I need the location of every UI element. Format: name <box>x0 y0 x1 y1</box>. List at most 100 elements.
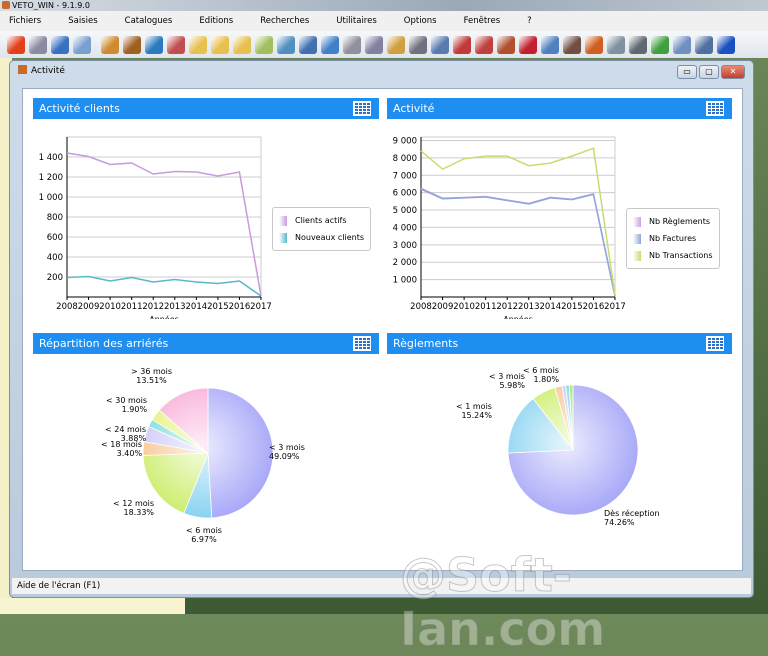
y-tick-label: 600 <box>47 233 63 243</box>
menu-utilitaires[interactable]: Utilitaires <box>336 16 377 26</box>
x-tick-label: 2014 <box>540 302 562 312</box>
calendar-icon[interactable] <box>695 35 713 54</box>
panel-title: Activité clients <box>39 102 120 115</box>
power-icon[interactable] <box>7 35 25 54</box>
hierarchy-icon[interactable] <box>299 35 317 54</box>
key-icon[interactable] <box>387 35 405 54</box>
y-tick-label: 1 000 <box>393 276 417 286</box>
menu-options[interactable]: Options <box>404 16 437 26</box>
menu-catalogues[interactable]: Catalogues <box>125 16 173 26</box>
report-icon[interactable] <box>431 35 449 54</box>
app-title: VETO_WIN - 9.1.9.0 <box>12 1 90 10</box>
legend-swatch <box>633 250 641 261</box>
y-tick-label: 400 <box>47 253 63 263</box>
x-axis-label: Années <box>503 314 533 319</box>
x-tick-label: 2009 <box>432 302 454 312</box>
book-icon[interactable] <box>541 35 559 54</box>
window-title: Activité <box>18 65 65 76</box>
clients-icon[interactable] <box>101 35 119 54</box>
legend-label: Nouveaux clients <box>295 233 364 242</box>
globe-icon[interactable] <box>145 35 163 54</box>
y-tick-label: 7 000 <box>393 171 417 181</box>
x-tick-label: 2010 <box>453 302 475 312</box>
toolbar <box>0 31 768 58</box>
users-icon[interactable] <box>563 35 581 54</box>
x-tick-label: 2012 <box>142 302 164 312</box>
chart-bar-icon[interactable] <box>497 35 515 54</box>
print-doc-icon[interactable] <box>343 35 361 54</box>
y-tick-label: 8 000 <box>393 154 417 164</box>
scanner-icon[interactable] <box>365 35 383 54</box>
legend-swatch <box>279 232 287 243</box>
x-tick-label: 2014 <box>186 302 208 312</box>
animal-icon[interactable] <box>123 35 141 54</box>
text-icon[interactable] <box>629 35 647 54</box>
menu-fichiers[interactable]: Fichiers <box>9 16 41 26</box>
panel-title: Activité <box>393 102 435 115</box>
menu-fenetres[interactable]: Fenêtres <box>464 16 501 26</box>
y-tick-label: 2 000 <box>393 258 417 268</box>
panel-header-activite: Activité <box>387 98 732 119</box>
desktop-strip-bottom <box>0 598 185 614</box>
x-tick-label: 2012 <box>496 302 518 312</box>
restore-button[interactable]: ▢ <box>699 65 719 79</box>
y-tick-label: 1 200 <box>39 173 63 183</box>
x-tick-label: 2008 <box>410 302 432 312</box>
printer-icon[interactable] <box>409 35 427 54</box>
register-icon[interactable] <box>475 35 493 54</box>
computer-icon[interactable] <box>321 35 339 54</box>
heart-icon[interactable] <box>519 35 537 54</box>
legend-item: Nouveaux clients <box>279 229 364 246</box>
y-tick-label: 9 000 <box>393 136 417 146</box>
folder-check-icon[interactable] <box>255 35 273 54</box>
y-tick-label: 1 400 <box>39 153 63 163</box>
watermark: @Soft-Ian.com <box>400 548 606 656</box>
x-tick-label: 2011 <box>475 302 497 312</box>
folder-icon[interactable] <box>189 35 207 54</box>
menu-help[interactable]: ? <box>527 16 532 26</box>
mail-icon[interactable] <box>651 35 669 54</box>
home-icon[interactable] <box>585 35 603 54</box>
folder-edit-icon[interactable] <box>233 35 251 54</box>
pie-highlight <box>143 388 273 518</box>
x-axis-label: Années <box>149 314 179 319</box>
activite-window: Activité ▭ ▢ ✕ Activité clients Activité… <box>9 60 754 598</box>
x-tick-label: 2009 <box>78 302 100 312</box>
close-button[interactable]: ✕ <box>721 65 745 79</box>
pie-highlight <box>508 385 638 515</box>
stats-icon[interactable] <box>453 35 471 54</box>
phone-icon[interactable] <box>673 35 691 54</box>
pie-label-36: > 36 mois 13.51% <box>131 367 173 385</box>
x-tick-label: 2013 <box>518 302 540 312</box>
sync-icon[interactable] <box>73 35 91 54</box>
menu-recherches[interactable]: Recherches <box>260 16 309 26</box>
legend-label: Nb Factures <box>649 234 697 243</box>
pie-label-12: < 12 mois 18.33% <box>113 499 155 517</box>
x-tick-label: 2013 <box>164 302 186 312</box>
network-icon[interactable] <box>277 35 295 54</box>
grid-view-icon[interactable] <box>353 101 371 116</box>
pie-label-1mois: < 1 mois 15.24% <box>456 402 492 420</box>
team-icon[interactable] <box>607 35 625 54</box>
menu-saisies[interactable]: Saisies <box>68 16 97 26</box>
legend-label: Nb Transactions <box>649 251 713 260</box>
minimize-button[interactable]: ▭ <box>677 65 697 79</box>
broom-icon[interactable] <box>29 35 47 54</box>
y-tick-label: 3 000 <box>393 241 417 251</box>
legend-swatch <box>633 233 641 244</box>
legend-swatch <box>633 216 641 227</box>
books-icon[interactable] <box>167 35 185 54</box>
app-icon <box>2 1 10 9</box>
pie-label-6: < 6 mois 6.97% <box>186 526 222 544</box>
menu-bar: Fichiers Saisies Catalogues Editions Rec… <box>0 11 768 31</box>
save-icon[interactable] <box>51 35 69 54</box>
menu-editions[interactable]: Editions <box>199 16 233 26</box>
folder-doc-icon[interactable] <box>211 35 229 54</box>
window-icon <box>18 65 27 74</box>
x-tick-label: 2016 <box>229 302 251 312</box>
x-tick-label: 2015 <box>207 302 229 312</box>
grid-view-icon[interactable] <box>706 101 724 116</box>
x-tick-label: 2017 <box>250 302 272 312</box>
help-icon[interactable] <box>717 35 735 54</box>
x-tick-label: 2015 <box>561 302 583 312</box>
